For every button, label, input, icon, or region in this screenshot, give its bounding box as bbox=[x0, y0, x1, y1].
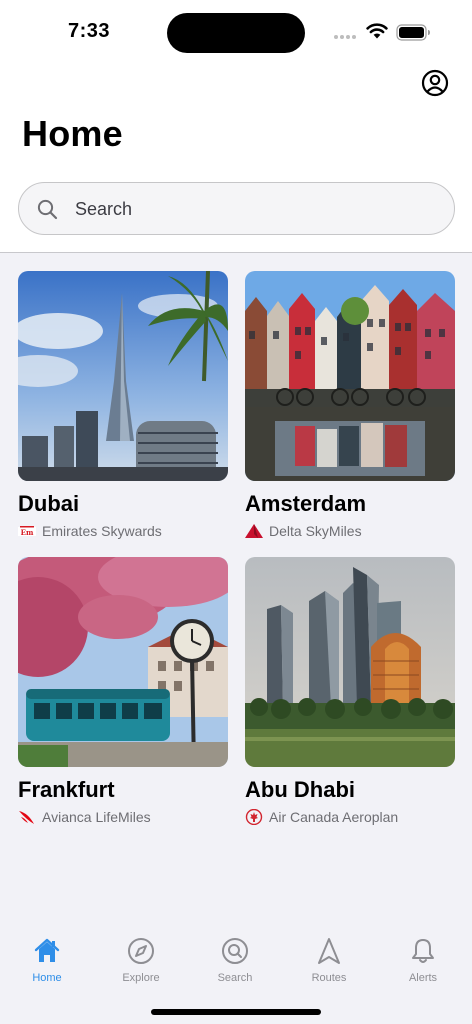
navigation-arrow-icon bbox=[318, 938, 340, 964]
avianca-logo-icon bbox=[19, 811, 34, 824]
loyalty-program: Delta SkyMiles bbox=[245, 522, 472, 540]
destination-card-frankfurt[interactable]: Frankfurt Avianca LifeMiles bbox=[18, 557, 228, 825]
search-bar[interactable] bbox=[18, 182, 455, 235]
compass-icon bbox=[128, 938, 154, 964]
battery-icon bbox=[396, 24, 430, 41]
destination-card-abu-dhabi[interactable]: Abu Dhabi Air Canada Aeroplan bbox=[245, 557, 455, 825]
tab-alerts[interactable]: Alerts bbox=[383, 937, 463, 993]
destination-title: Frankfurt bbox=[18, 777, 115, 802]
magnifier-icon bbox=[222, 938, 248, 964]
search-icon bbox=[37, 199, 58, 220]
destination-title: Amsterdam bbox=[245, 491, 367, 516]
destination-card-amsterdam[interactable]: Amsterdam Delta SkyMiles bbox=[245, 271, 455, 539]
destination-image-amsterdam[interactable] bbox=[245, 271, 455, 481]
page-title: Home bbox=[22, 113, 123, 154]
profile-icon[interactable] bbox=[421, 69, 449, 97]
cellular-signal-icon bbox=[334, 35, 358, 40]
house-icon bbox=[34, 938, 60, 962]
tab-search[interactable]: Search bbox=[195, 937, 275, 993]
destination-title: Dubai bbox=[18, 491, 80, 516]
program-name: Avianca LifeMiles bbox=[42, 809, 151, 825]
tab-label: Routes bbox=[311, 972, 347, 984]
tab-label: Home bbox=[32, 972, 62, 984]
loyalty-program: Em Emirates Skywards bbox=[18, 522, 248, 540]
program-name: Delta SkyMiles bbox=[269, 523, 362, 539]
destination-title: Abu Dhabi bbox=[245, 777, 355, 802]
tab-label: Search bbox=[217, 972, 253, 984]
program-name: Air Canada Aeroplan bbox=[269, 809, 399, 825]
delta-logo-icon bbox=[245, 524, 263, 538]
tab-label: Alerts bbox=[408, 972, 438, 984]
destination-grid: Dubai Em Emirates Skywards Amsterdam Del… bbox=[0, 253, 472, 1024]
tab-label: Explore bbox=[122, 972, 160, 984]
loyalty-program: Air Canada Aeroplan bbox=[245, 808, 472, 826]
status-time: 7:33 bbox=[68, 20, 111, 42]
destination-image-abu-dhabi[interactable] bbox=[245, 557, 455, 767]
tab-home[interactable]: Home bbox=[7, 937, 87, 993]
svg-text:Em: Em bbox=[21, 528, 34, 537]
air-canada-logo-icon bbox=[245, 809, 263, 825]
emirates-logo-icon: Em bbox=[18, 526, 36, 537]
dynamic-island bbox=[167, 13, 305, 53]
tab-routes[interactable]: Routes bbox=[289, 937, 369, 993]
program-name: Emirates Skywards bbox=[42, 523, 162, 539]
destination-image-frankfurt[interactable] bbox=[18, 557, 228, 767]
status-bar: 7:33 bbox=[0, 0, 472, 64]
loyalty-program: Avianca LifeMiles bbox=[18, 808, 248, 826]
tab-explore[interactable]: Explore bbox=[101, 937, 181, 993]
bell-icon bbox=[412, 939, 434, 963]
wifi-icon bbox=[366, 23, 388, 39]
destination-card-dubai[interactable]: Dubai Em Emirates Skywards bbox=[18, 271, 228, 539]
home-indicator bbox=[151, 1009, 321, 1015]
search-input[interactable] bbox=[75, 196, 435, 222]
destination-image-dubai[interactable] bbox=[18, 271, 228, 481]
